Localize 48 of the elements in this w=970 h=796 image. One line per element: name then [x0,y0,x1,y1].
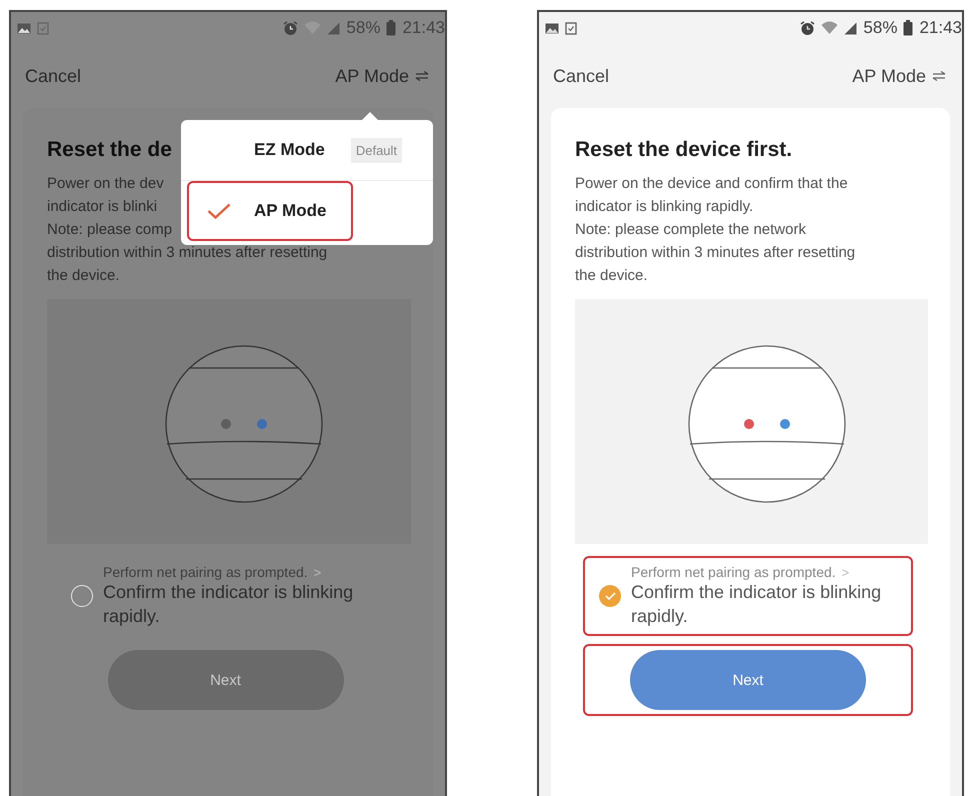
clock-time: 21:43 [919,18,962,38]
instruction-line: Power on the device and confirm that the [575,174,848,194]
swap-arrows-icon [932,71,946,81]
instruction-line: distribution within 3 minutes after resetting [47,243,328,263]
confirm-checkbox[interactable] [599,585,621,607]
battery-percent: 58% [863,18,898,38]
mode-switch-button[interactable]: AP Mode [850,64,948,88]
battery-icon [386,20,396,36]
cancel-button[interactable]: Cancel [551,64,612,88]
instruction-line: distribution within 3 minutes after resetting [575,243,856,263]
instruction-line: the device. [47,266,120,286]
instruction-line: Note: please complete the network [575,220,806,240]
confirm-label: Confirm the indicator is blinking rapidly. [631,581,882,628]
confirm-checkbox[interactable] [71,585,93,607]
check-icon [604,592,616,600]
hint-text: Perform net pairing as prompted. [103,564,308,580]
chevron-text: > [842,564,850,580]
clipboard-icon [565,22,577,34]
instruction-line: Note: please comp [47,220,172,240]
instruction-line: the device. [575,266,648,286]
clipboard-icon [37,22,49,34]
image-icon [545,22,559,34]
battery-percent: 58% [346,18,380,38]
default-badge: Default [350,138,402,162]
confirm-row[interactable]: Perform net pairing as prompted. > Confirm the indicator is blinking rapidly. [583,556,913,636]
mode-switch-button[interactable]: AP Mode [333,64,431,88]
card-title: Reset the device first. [575,138,792,162]
clock-time: 21:43 [402,18,445,38]
instruction-line: indicator is blinki [47,197,158,217]
chevron-text: > [314,564,322,580]
signal-icon [844,22,858,34]
instruction-line: indicator is blinking rapidly. [575,197,754,217]
image-icon [17,22,31,34]
hint-text: Perform net pairing as prompted. [631,564,836,580]
instruction-line: Power on the dev [47,174,164,194]
wifi-icon [821,21,838,35]
menu-item[interactable]: AP Mode [187,181,353,241]
signal-icon [327,22,340,34]
battery-icon [903,20,914,36]
confirm-label: Confirm the indicator is blinking rapidly. [103,581,354,628]
alarm-icon [283,20,298,36]
confirm-row[interactable]: Perform net pairing as prompted. > Confirm the indicator is blinking rapidly. [55,556,396,636]
checkmark-icon [207,203,231,219]
card-title: Reset the de [47,138,172,162]
menu-item[interactable]: EZ Mode Default [187,120,427,180]
alarm-icon [800,20,816,36]
swap-arrows-icon [415,71,429,81]
cancel-button[interactable]: Cancel [23,64,84,88]
